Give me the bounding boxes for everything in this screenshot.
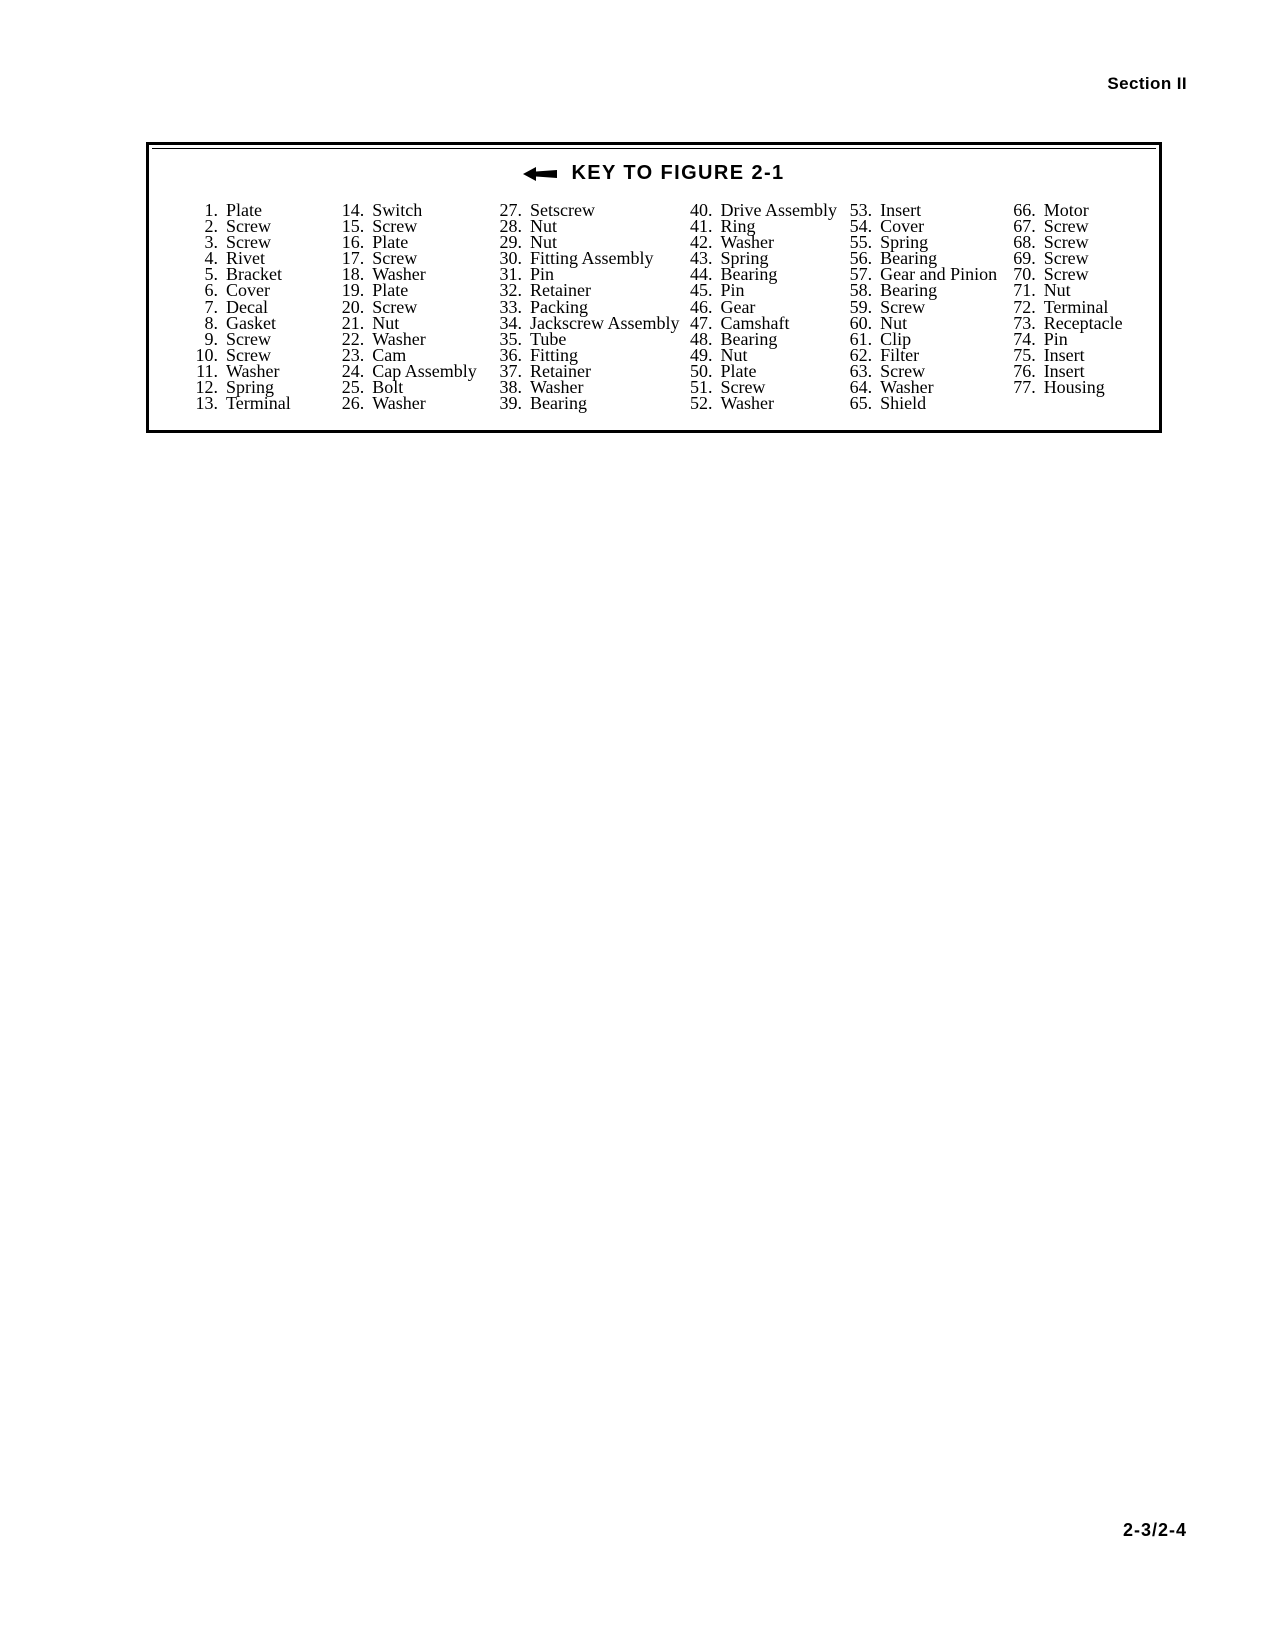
key-entry-name: Washer <box>720 393 774 414</box>
key-title-row: KEY TO FIGURE 2-1 <box>149 162 1159 185</box>
key-entry-name: Housing <box>1043 377 1105 398</box>
key-entry-name: Terminal <box>226 393 291 414</box>
document-page: Section II KEY TO FIGURE 2-1 1. Plate 2. S… <box>0 0 1275 1649</box>
key-entry: 65. Shield <box>839 393 1003 414</box>
key-entry-name: Washer <box>372 393 426 414</box>
page-header-section-label: Section II <box>1107 74 1187 93</box>
page-footer-page-number: 2-3/2-4 <box>1122 1520 1187 1540</box>
key-column-4: 40. Drive Assembly 41. Ring 42. Washer 43. S… <box>679 201 839 414</box>
key-column-6: 66. Motor 67. Screw 68. Screw 69. Screw 70. S… <box>1003 201 1147 398</box>
key-entry: 13. Terminal <box>185 393 331 414</box>
key-entry: 52. Washer <box>679 393 839 414</box>
key-entry-number: 65. <box>849 393 873 414</box>
key-figure-box: KEY TO FIGURE 2-1 1. Plate 2. Screw 3. Scre… <box>146 142 1162 433</box>
key-entry-number: 52. <box>689 393 713 414</box>
key-entry-number: 39. <box>499 393 522 414</box>
key-entry-number: 13. <box>195 393 219 414</box>
key-column-3: 27. Setscrew 28. Nut 29. Nut 30. Fitting Ass… <box>489 201 679 414</box>
key-entry-number: 26. <box>341 393 365 414</box>
key-entry-name: Shield <box>880 393 927 414</box>
key-entry: 26. Washer <box>331 393 489 414</box>
left-arrow-icon <box>523 166 558 182</box>
key-column-1: 1. Plate 2. Screw 3. Screw 4. Rivet 5. Bracke… <box>185 201 331 414</box>
key-column-5: 53. Insert 54. Cover 55. Spring 56. Bearing … <box>839 201 1003 414</box>
key-entry: 77. Housing <box>1003 377 1147 398</box>
key-entry-name: Bearing <box>529 393 587 414</box>
key-entry-number: 77. <box>1013 377 1036 398</box>
key-entry: 39. Bearing <box>489 393 679 414</box>
key-columns-container: 1. Plate 2. Screw 3. Screw 4. Rivet 5. Bracke… <box>185 201 1147 414</box>
key-column-2: 14. Switch 15. Screw 16. Plate 17. Screw 18.… <box>331 201 489 414</box>
key-title-text: KEY TO FIGURE 2-1 <box>571 162 785 184</box>
